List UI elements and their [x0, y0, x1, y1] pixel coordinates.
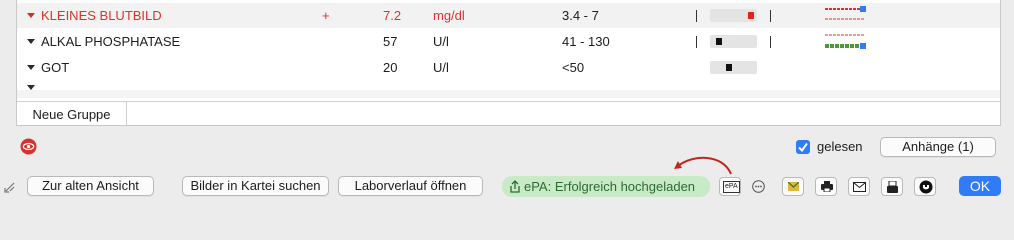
old-view-button[interactable]: Zur alten Ansicht	[27, 176, 154, 196]
table-row[interactable]: KLEINES BLUTBILD + 7.2 mg/dl 3.4 - 7	[17, 3, 1000, 28]
visibility-eye-icon[interactable]	[20, 138, 37, 155]
mail-icon	[788, 182, 799, 191]
reference-range: <50	[562, 60, 585, 75]
ok-button[interactable]: OK	[959, 176, 1001, 196]
resize-icon[interactable]	[4, 181, 16, 193]
test-value: 57	[383, 34, 398, 49]
trend-sparkline-icon	[825, 34, 866, 49]
epa-icon: ePA	[723, 181, 740, 193]
arrow-icon	[674, 156, 732, 175]
mail-button[interactable]	[782, 177, 804, 196]
fax-button[interactable]	[881, 177, 903, 196]
lab-history-button[interactable]: Laborverlauf öffnen	[338, 176, 483, 196]
range-indicator	[710, 35, 757, 48]
test-unit: mg/dl	[433, 8, 465, 23]
security-button[interactable]	[914, 177, 936, 196]
flag: +	[322, 8, 330, 23]
checkmark-icon	[798, 142, 808, 153]
test-name: GOT	[41, 60, 70, 75]
reference-range: 41 - 130	[562, 34, 610, 49]
more-icon[interactable]	[752, 180, 765, 193]
shield-icon	[919, 180, 933, 194]
email-send-button[interactable]	[848, 177, 870, 196]
table-row[interactable]: GOT 20 U/l <50	[17, 55, 1000, 80]
print-button[interactable]	[815, 177, 837, 196]
epa-status-text: ePA: Erfolgreich hochgeladen	[524, 179, 696, 194]
divider	[696, 36, 697, 48]
divider	[696, 10, 697, 22]
group-bar: Neue Gruppe	[17, 101, 1000, 125]
envelope-icon	[853, 182, 866, 192]
epa-button[interactable]: ePA	[719, 177, 741, 196]
trend-sparkline-icon	[825, 6, 866, 20]
read-label: gelesen	[817, 139, 863, 154]
printer-icon	[821, 181, 833, 192]
test-unit: U/l	[433, 34, 449, 49]
lab-results-table: KLEINES BLUTBILD + 7.2 mg/dl 3.4 - 7 ALK…	[16, 0, 1001, 126]
read-checkbox[interactable]	[796, 140, 810, 154]
range-indicator	[710, 61, 757, 74]
upload-icon	[510, 180, 520, 193]
disclosure-triangle-icon[interactable]	[27, 39, 35, 44]
value-marker	[716, 38, 722, 45]
table-row[interactable]: ALKAL PHOSPHATASE 57 U/l 41 - 130	[17, 29, 1000, 54]
attachments-button[interactable]: Anhänge (1)	[880, 137, 996, 157]
tab-neue-gruppe[interactable]: Neue Gruppe	[17, 102, 127, 125]
disclosure-triangle-icon[interactable]	[27, 13, 35, 18]
value-marker	[726, 64, 732, 71]
horizontal-scrollbar[interactable]	[17, 90, 1000, 98]
trend-sparkline-icon	[825, 58, 867, 80]
value-marker	[748, 12, 754, 19]
range-indicator	[710, 9, 757, 22]
disclosure-triangle-icon[interactable]	[27, 65, 35, 70]
test-value: 20	[383, 60, 398, 75]
search-images-button[interactable]: Bilder in Kartei suchen	[182, 176, 329, 196]
divider	[770, 10, 771, 22]
test-name: ALKAL PHOSPHATASE	[41, 34, 181, 49]
test-unit: U/l	[433, 60, 449, 75]
test-value: 7.2	[383, 8, 402, 23]
divider	[770, 36, 771, 48]
test-name: KLEINES BLUTBILD	[41, 8, 162, 23]
reference-range: 3.4 - 7	[562, 8, 599, 23]
epa-status-badge: ePA: Erfolgreich hochgeladen	[502, 176, 710, 197]
fax-icon	[887, 181, 898, 193]
